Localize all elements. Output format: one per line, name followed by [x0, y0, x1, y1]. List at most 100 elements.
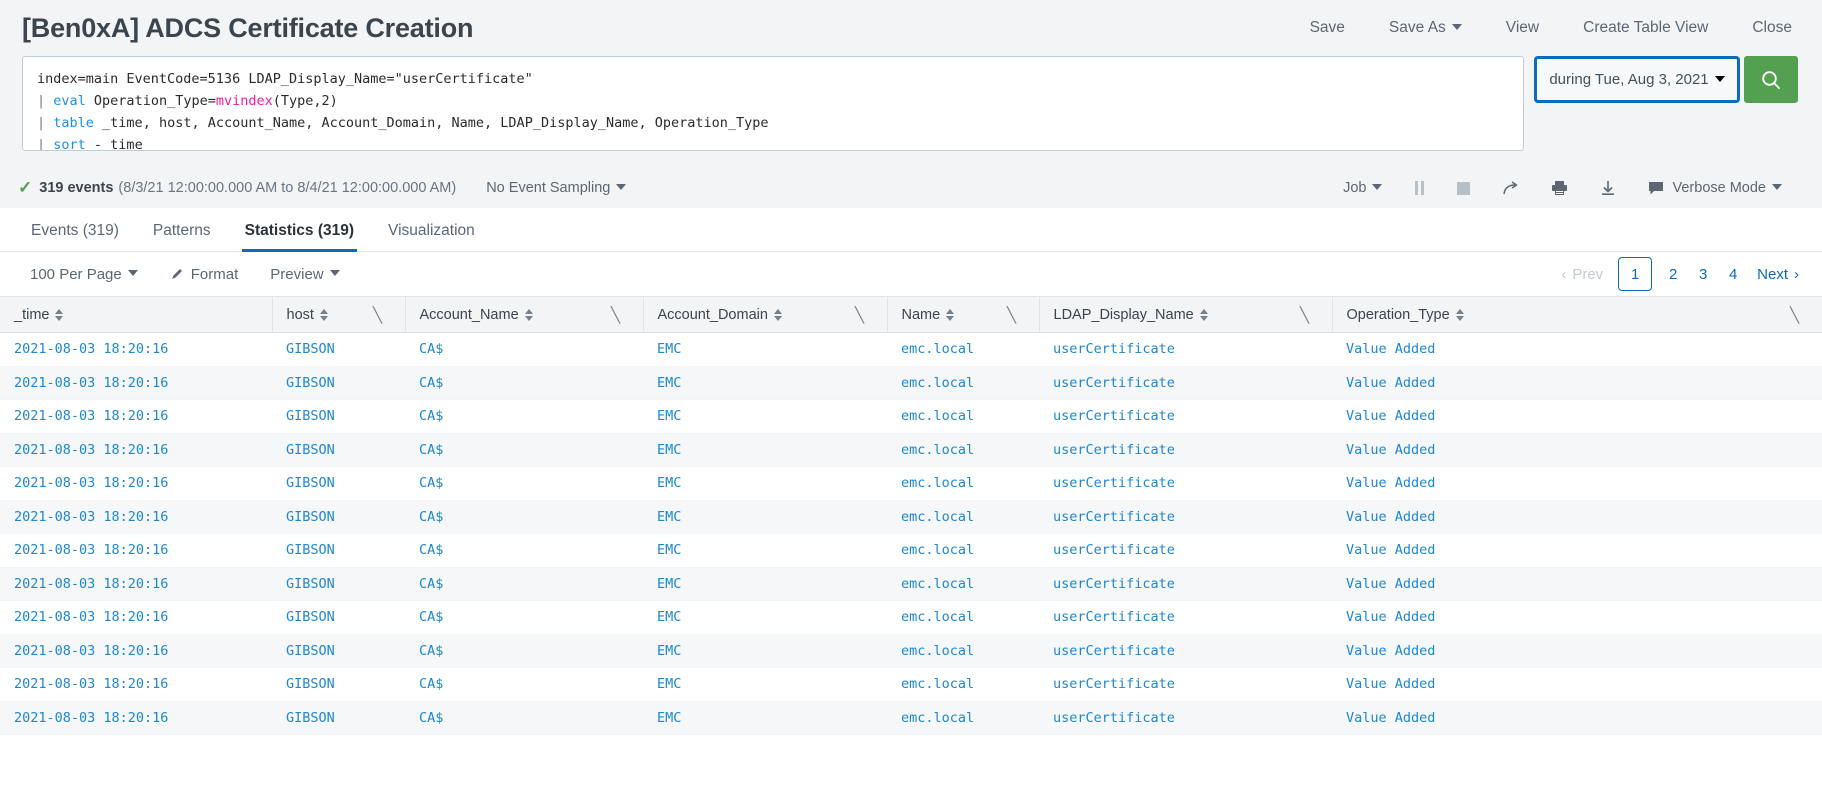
column-edit-pencil-icon[interactable]: ╱: [373, 306, 392, 324]
cell-value[interactable]: EMC: [657, 509, 681, 525]
cell-value[interactable]: GIBSON: [286, 676, 335, 692]
column-header--time[interactable]: _time: [0, 296, 273, 333]
preview-dropdown[interactable]: Preview: [254, 261, 355, 288]
cell-value[interactable]: Value Added: [1346, 609, 1435, 625]
column-edit-pencil-icon[interactable]: ╱: [1007, 306, 1026, 324]
search-query-input[interactable]: index=main EventCode=5136 LDAP_Display_N…: [22, 56, 1524, 151]
cell-value[interactable]: GIBSON: [286, 509, 335, 525]
cell-value[interactable]: 2021-08-03 18:20:16: [14, 609, 168, 625]
cell-value[interactable]: Value Added: [1346, 676, 1435, 692]
cell-value[interactable]: 2021-08-03 18:20:16: [14, 442, 168, 458]
cell-value[interactable]: CA$: [419, 542, 443, 558]
pagination-page-2[interactable]: 2: [1658, 259, 1688, 289]
cell-value[interactable]: EMC: [657, 710, 681, 726]
column-edit-pencil-icon[interactable]: ╱: [855, 306, 874, 324]
cell-value[interactable]: emc.local: [901, 475, 974, 491]
cell-value[interactable]: GIBSON: [286, 442, 335, 458]
cell-value[interactable]: GIBSON: [286, 710, 335, 726]
cell-value[interactable]: emc.local: [901, 643, 974, 659]
cell-value[interactable]: Value Added: [1346, 341, 1435, 357]
tab-statistics[interactable]: Statistics (319): [228, 222, 371, 252]
cell-value[interactable]: emc.local: [901, 710, 974, 726]
cell-value[interactable]: emc.local: [901, 509, 974, 525]
column-header-label[interactable]: Name: [902, 307, 941, 323]
cell-value[interactable]: GIBSON: [286, 643, 335, 659]
cell-value[interactable]: emc.local: [901, 576, 974, 592]
sort-arrows-icon[interactable]: [55, 308, 64, 321]
sort-arrows-icon[interactable]: [319, 308, 328, 321]
cell-value[interactable]: 2021-08-03 18:20:16: [14, 375, 168, 391]
pause-button[interactable]: [1398, 177, 1441, 199]
cell-value[interactable]: GIBSON: [286, 609, 335, 625]
column-edit-pencil-icon[interactable]: ╱: [1790, 306, 1809, 324]
cell-value[interactable]: GIBSON: [286, 375, 335, 391]
column-header-label[interactable]: Operation_Type: [1347, 307, 1450, 323]
cell-value[interactable]: 2021-08-03 18:20:16: [14, 341, 168, 357]
cell-value[interactable]: userCertificate: [1053, 576, 1175, 592]
column-header-account-domain[interactable]: Account_Domain ╱: [643, 296, 888, 333]
cell-value[interactable]: emc.local: [901, 341, 974, 357]
job-dropdown[interactable]: Job: [1327, 176, 1398, 200]
cell-value[interactable]: EMC: [657, 475, 681, 491]
cell-value[interactable]: userCertificate: [1053, 442, 1175, 458]
search-button[interactable]: [1744, 56, 1798, 103]
column-header-label[interactable]: host: [287, 307, 314, 323]
cell-value[interactable]: Value Added: [1346, 576, 1435, 592]
cell-value[interactable]: CA$: [419, 710, 443, 726]
cell-value[interactable]: CA$: [419, 643, 443, 659]
view-link[interactable]: View: [1484, 13, 1561, 43]
cell-value[interactable]: EMC: [657, 609, 681, 625]
pagination-page-4[interactable]: 4: [1718, 259, 1748, 289]
cell-value[interactable]: Value Added: [1346, 710, 1435, 726]
cell-value[interactable]: userCertificate: [1053, 509, 1175, 525]
cell-value[interactable]: GIBSON: [286, 408, 335, 424]
cell-value[interactable]: emc.local: [901, 609, 974, 625]
stop-button[interactable]: [1441, 178, 1486, 199]
cell-value[interactable]: 2021-08-03 18:20:16: [14, 542, 168, 558]
column-header-label[interactable]: Account_Domain: [658, 307, 768, 323]
cell-value[interactable]: EMC: [657, 375, 681, 391]
cell-value[interactable]: 2021-08-03 18:20:16: [14, 710, 168, 726]
cell-value[interactable]: Value Added: [1346, 542, 1435, 558]
share-button[interactable]: [1486, 177, 1535, 200]
column-header-host[interactable]: host ╱: [272, 296, 406, 333]
cell-value[interactable]: CA$: [419, 375, 443, 391]
cell-value[interactable]: EMC: [657, 341, 681, 357]
pagination-next[interactable]: Next ›: [1748, 259, 1808, 289]
cell-value[interactable]: GIBSON: [286, 341, 335, 357]
cell-value[interactable]: CA$: [419, 442, 443, 458]
cell-value[interactable]: userCertificate: [1053, 676, 1175, 692]
cell-value[interactable]: CA$: [419, 509, 443, 525]
cell-value[interactable]: userCertificate: [1053, 710, 1175, 726]
search-mode-dropdown[interactable]: Verbose Mode: [1632, 176, 1798, 200]
column-header-operation-type[interactable]: Operation_Type ╱: [1332, 296, 1822, 333]
sort-arrows-icon[interactable]: [946, 308, 955, 321]
cell-value[interactable]: CA$: [419, 609, 443, 625]
cell-value[interactable]: CA$: [419, 341, 443, 357]
cell-value[interactable]: 2021-08-03 18:20:16: [14, 643, 168, 659]
create-table-view-link[interactable]: Create Table View: [1561, 13, 1730, 43]
sort-arrows-icon[interactable]: [524, 308, 533, 321]
cell-value[interactable]: EMC: [657, 676, 681, 692]
cell-value[interactable]: Value Added: [1346, 408, 1435, 424]
cell-value[interactable]: GIBSON: [286, 576, 335, 592]
cell-value[interactable]: CA$: [419, 576, 443, 592]
cell-value[interactable]: 2021-08-03 18:20:16: [14, 408, 168, 424]
cell-value[interactable]: Value Added: [1346, 442, 1435, 458]
cell-value[interactable]: CA$: [419, 408, 443, 424]
cell-value[interactable]: emc.local: [901, 676, 974, 692]
cell-value[interactable]: userCertificate: [1053, 408, 1175, 424]
cell-value[interactable]: Value Added: [1346, 475, 1435, 491]
column-header-label[interactable]: LDAP_Display_Name: [1054, 307, 1194, 323]
cell-value[interactable]: emc.local: [901, 542, 974, 558]
cell-value[interactable]: userCertificate: [1053, 475, 1175, 491]
column-header-label[interactable]: _time: [14, 307, 49, 323]
cell-value[interactable]: GIBSON: [286, 542, 335, 558]
cell-value[interactable]: userCertificate: [1053, 341, 1175, 357]
cell-value[interactable]: CA$: [419, 475, 443, 491]
cell-value[interactable]: 2021-08-03 18:20:16: [14, 475, 168, 491]
export-button[interactable]: [1584, 176, 1632, 200]
tab-patterns[interactable]: Patterns: [136, 222, 228, 251]
cell-value[interactable]: emc.local: [901, 442, 974, 458]
cell-value[interactable]: userCertificate: [1053, 542, 1175, 558]
